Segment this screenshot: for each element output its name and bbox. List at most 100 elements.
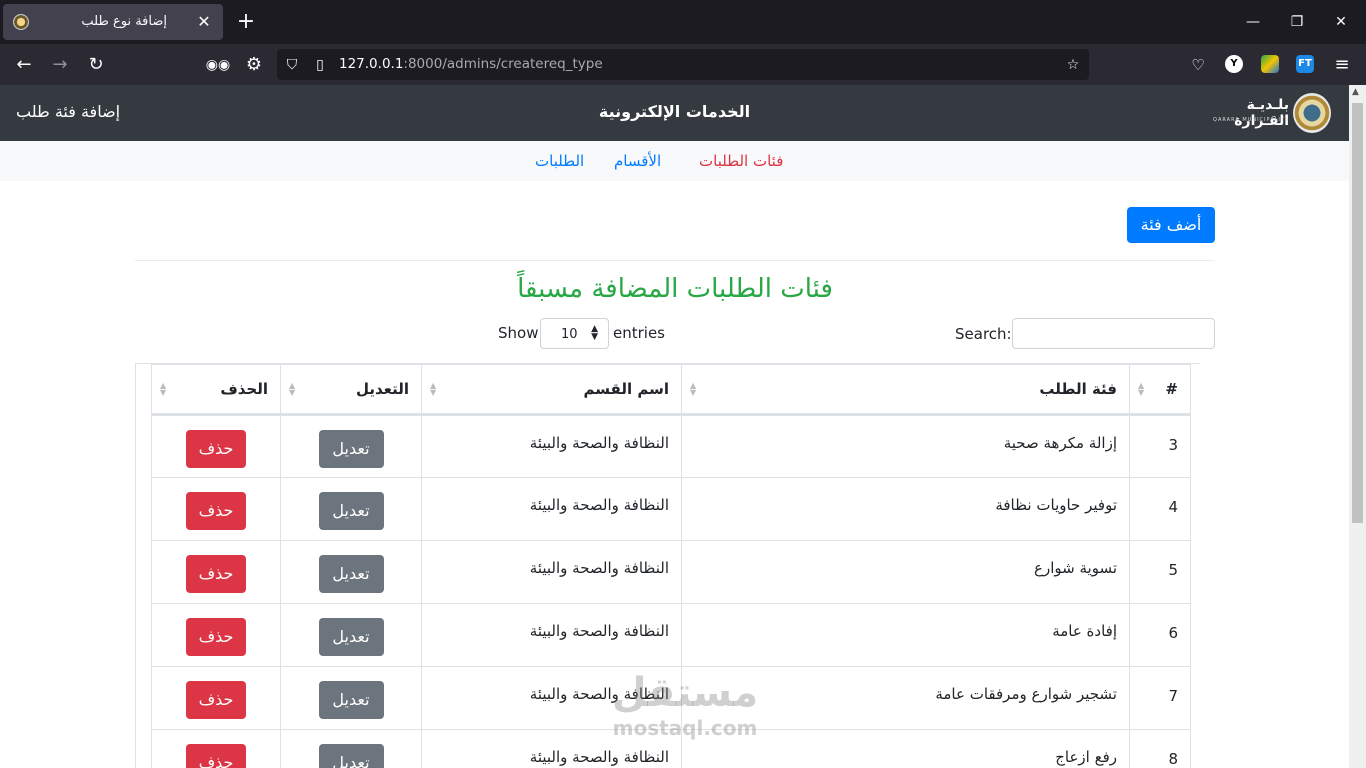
cell-department: النظافة والصحة والبيئة	[421, 414, 682, 478]
table-row: 3 إزالة مكرهة صحية النظافة والصحة والبيئ…	[151, 414, 1191, 478]
cell-category: تسوية شوارع	[681, 540, 1130, 604]
cell-category: إفادة عامة	[681, 603, 1130, 667]
add-category-button[interactable]: أضف فئة	[1127, 207, 1215, 243]
municipality-logo[interactable]: بلـديـة القـرارة QARARA MUNICIPALITY	[1205, 93, 1331, 133]
bookmark-star-icon[interactable]: ☆	[1063, 55, 1083, 75]
search-label: Search:	[955, 325, 1012, 343]
cell-department: النظافة والصحة والبيئة	[421, 603, 682, 667]
edit-button[interactable]: تعديل	[318, 492, 384, 530]
page-scrollbar[interactable]: ▲	[1349, 85, 1366, 768]
logo-name: بلـديـة القـرارة	[1234, 97, 1289, 129]
url-text[interactable]: 127.0.0.1:8000/admins/createreq_type	[339, 56, 603, 72]
cell-edit: تعديل	[280, 540, 422, 604]
table-row: 4 توفير حاويات نظافة النظافة والصحة والب…	[151, 477, 1191, 541]
forward-arrow-icon[interactable]: →	[46, 51, 74, 79]
edit-button[interactable]: تعديل	[318, 681, 384, 719]
col-header-id[interactable]: # ▲ ▼	[1129, 364, 1191, 416]
ft-icon[interactable]: FT	[1296, 55, 1314, 73]
divider	[135, 260, 1215, 261]
watermark-english: mostaql.com	[612, 716, 758, 740]
col-header-department[interactable]: اسم القسم ▲ ▼	[421, 364, 682, 416]
mostaql-watermark: مستقل mostaql.com	[600, 670, 770, 765]
new-tab-button[interactable]: +	[232, 8, 260, 36]
page-icon[interactable]: ▯	[310, 55, 330, 75]
table-row: 6 إفادة عامة النظافة والصحة والبيئة تعدي…	[151, 603, 1191, 667]
browser-nav-bar: ← → ↻ ◉◉ ⚙ ⛉ ▯ 127.0.0.1:8000/admins/cre…	[0, 44, 1366, 85]
private-mask-icon[interactable]: ◉◉	[204, 51, 232, 79]
cell-edit: تعديل	[280, 666, 422, 730]
cell-edit: تعديل	[280, 414, 422, 478]
sort-icon: ▲ ▼	[430, 381, 437, 397]
cell-id: 4	[1129, 477, 1191, 541]
edit-button[interactable]: تعديل	[318, 430, 384, 468]
scroll-up-icon[interactable]: ▲	[1352, 87, 1359, 97]
cell-edit: تعديل	[280, 729, 422, 768]
logo-subtitle: QARARA MUNICIPALITY	[1213, 117, 1289, 123]
page-length-value: 10	[561, 327, 578, 342]
cell-department: النظافة والصحة والبيئة	[421, 540, 682, 604]
y-icon[interactable]: Y	[1225, 55, 1243, 73]
entries-label: entries	[613, 324, 665, 342]
col-header-category[interactable]: فئة الطلب ▲ ▼	[681, 364, 1130, 416]
col-header-department-label: اسم القسم	[583, 380, 669, 398]
scrollbar-thumb[interactable]	[1352, 103, 1363, 523]
reload-icon[interactable]: ↻	[82, 51, 110, 79]
browser-tab[interactable]: إضافة نوع طلب ✕	[3, 4, 223, 40]
url-host: 127.0.0.1	[339, 56, 404, 72]
delete-button[interactable]: حذف	[186, 555, 246, 593]
menu-icon[interactable]: ≡	[1328, 51, 1356, 79]
delete-button[interactable]: حذف	[186, 492, 246, 530]
cell-edit: تعديل	[280, 477, 422, 541]
municipality-emblem-icon	[1293, 93, 1331, 133]
nav-request-categories[interactable]: فئات الطلبات	[699, 152, 783, 170]
table-row: 5 تسوية شوارع النظافة والصحة والبيئة تعد…	[151, 540, 1191, 604]
browser-tab-bar: إضافة نوع طلب ✕ + — ❐ ✕	[0, 0, 1366, 44]
cell-edit: تعديل	[280, 603, 422, 667]
edit-button[interactable]: تعديل	[318, 618, 384, 656]
nav-requests[interactable]: الطلبات	[535, 152, 584, 170]
delete-button[interactable]: حذف	[186, 681, 246, 719]
tab-title: إضافة نوع طلب	[81, 14, 167, 29]
cell-category: توفير حاويات نظافة	[681, 477, 1130, 541]
select-arrows-icon: ▲ ▼	[591, 324, 598, 342]
col-header-id-label: #	[1165, 380, 1178, 398]
page-length-select[interactable]: 10 ▲ ▼	[540, 318, 609, 349]
cell-id: 5	[1129, 540, 1191, 604]
search-input[interactable]	[1012, 318, 1215, 349]
sort-icon: ▲ ▼	[289, 381, 296, 397]
pocket-icon[interactable]: ♡	[1184, 51, 1212, 79]
tab-close-icon[interactable]: ✕	[193, 11, 215, 33]
delete-button[interactable]: حذف	[186, 618, 246, 656]
delete-button[interactable]: حذف	[186, 430, 246, 468]
cell-delete: حذف	[151, 729, 281, 768]
cell-delete: حذف	[151, 540, 281, 604]
sort-icon: ▲ ▼	[1138, 381, 1145, 397]
col-header-edit[interactable]: التعديل ▲ ▼	[280, 364, 422, 416]
cell-id: 8	[1129, 729, 1191, 768]
nav-departments[interactable]: الأقسام	[614, 152, 661, 170]
close-window-button[interactable]: ✕	[1321, 8, 1361, 36]
settings-gear-icon[interactable]: ⚙	[240, 51, 268, 79]
edit-button[interactable]: تعديل	[318, 555, 384, 593]
cell-id: 3	[1129, 414, 1191, 478]
globe-icon[interactable]	[1261, 55, 1279, 73]
watermark-arabic: مستقل	[611, 670, 759, 716]
cell-delete: حذف	[151, 477, 281, 541]
back-arrow-icon[interactable]: ←	[10, 51, 38, 79]
sort-icon: ▲ ▼	[690, 381, 697, 397]
table-header-row: # ▲ ▼ فئة الطلب ▲ ▼ اسم القسم ▲ ▼ التعديل ▲ ▼ ال…	[151, 364, 1191, 416]
address-bar[interactable]: ⛉ ▯ 127.0.0.1:8000/admins/createreq_type…	[277, 49, 1089, 80]
edit-button[interactable]: تعديل	[318, 744, 384, 768]
show-label: Show	[498, 324, 539, 342]
cell-delete: حذف	[151, 414, 281, 478]
minimize-button[interactable]: —	[1233, 8, 1273, 36]
cell-delete: حذف	[151, 666, 281, 730]
sort-icon: ▲ ▼	[160, 381, 167, 397]
col-header-delete-label: الحذف	[220, 380, 268, 398]
site-favicon-icon	[13, 14, 29, 30]
cell-id: 6	[1129, 603, 1191, 667]
shield-icon[interactable]: ⛉	[282, 55, 302, 75]
delete-button[interactable]: حذف	[186, 744, 246, 768]
col-header-delete[interactable]: الحذف ▲ ▼	[151, 364, 281, 416]
maximize-button[interactable]: ❐	[1277, 8, 1317, 36]
